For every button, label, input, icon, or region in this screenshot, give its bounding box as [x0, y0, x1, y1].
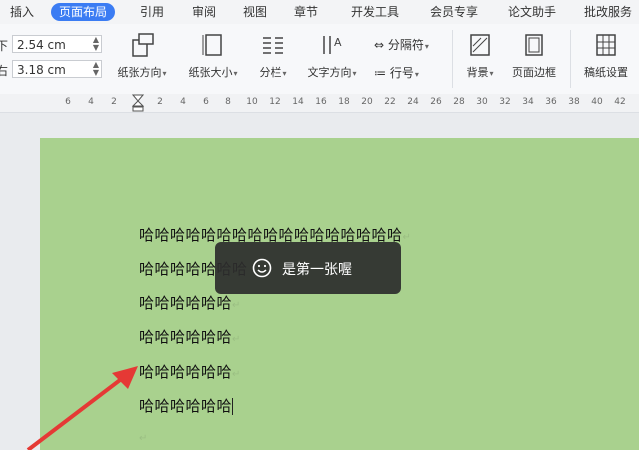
ruler-tick: 22 [384, 97, 396, 107]
ruler-tick: 40 [591, 97, 603, 107]
ribbon-divider [570, 30, 571, 88]
ruler-tick: 2 [157, 97, 163, 107]
text-direction-icon: A [323, 36, 342, 54]
ruler-tick: 30 [476, 97, 488, 107]
ruler-tick: 4 [180, 97, 186, 107]
annotation-arrow-icon [26, 366, 138, 450]
grid-paper-icon [596, 34, 616, 56]
columns-button[interactable]: 分栏▾ [253, 32, 293, 80]
indent-marker-icon[interactable] [132, 94, 144, 112]
page-border-button[interactable]: 页面边框 [506, 32, 562, 80]
margin-right-field[interactable]: 3.18 cm ▲ ▼ [12, 60, 102, 78]
tab-review[interactable]: 审阅 [192, 3, 216, 21]
smiley-icon [252, 258, 272, 278]
background-icon [470, 34, 490, 56]
ruler-tick: 12 [269, 97, 281, 107]
size-button[interactable]: 纸张大小▾ [183, 32, 243, 80]
ribbon-divider [452, 30, 453, 88]
tab-references[interactable]: 引用 [140, 3, 164, 21]
ruler-tick: 6 [203, 97, 209, 107]
ruler-tick: 26 [430, 97, 442, 107]
ruler-tick: 20 [361, 97, 373, 107]
text-line[interactable]: 哈哈哈哈哈哈↵ [139, 292, 241, 313]
margin-right-label: 右 [0, 64, 9, 78]
ruler-tick: 16 [315, 97, 327, 107]
stepper-icon[interactable]: ▲ ▼ [93, 36, 99, 52]
ruler-tick: 32 [499, 97, 511, 107]
ruler-tick: 34 [522, 97, 534, 107]
stepper-icon[interactable]: ▲ ▼ [93, 61, 99, 77]
page-break-icon: ⇔ [374, 38, 385, 52]
ribbon-toolbar: 下 2.54 cm ▲ ▼ 右 3.18 cm ▲ ▼ 纸张方向▾ 纸张大小▾ 分栏… [0, 24, 639, 95]
ruler-tick: 6 [65, 97, 71, 107]
line-number-button[interactable]: ≔ 行号▾ [374, 64, 419, 81]
ruler-tick: 42 [614, 97, 626, 107]
tab-developer[interactable]: 开发工具 [351, 3, 399, 21]
text-cursor [232, 398, 234, 415]
ruler-tick: 2 [111, 97, 117, 107]
separator-button[interactable]: ⇔ 分隔符▾ [374, 36, 429, 53]
ruler-tick: 14 [292, 97, 304, 107]
text-line[interactable]: 哈哈哈哈哈哈↵ [139, 326, 241, 347]
text-direction-button[interactable]: A 文字方向▾ [302, 32, 362, 80]
ruler-tick: 8 [225, 97, 231, 107]
toast-notification: 是第一张喔 [215, 242, 401, 294]
page-size-icon [202, 34, 222, 56]
tab-view[interactable]: 视图 [243, 3, 267, 21]
tab-member[interactable]: 会员专享 [430, 3, 478, 21]
tab-grading[interactable]: 批改服务 [584, 3, 632, 21]
tab-thesis[interactable]: 论文助手 [508, 3, 556, 21]
margin-right-value: 3.18 cm [17, 63, 66, 77]
svg-text:A: A [334, 36, 342, 49]
ruler-tick: 28 [453, 97, 465, 107]
margin-bottom-label: 下 [0, 39, 9, 53]
tab-page-layout[interactable]: 页面布局 [51, 3, 116, 21]
page-border-icon [525, 34, 543, 56]
ruler-tick: 18 [338, 97, 350, 107]
ruler-tick: 4 [88, 97, 94, 107]
line-number-icon: ≔ [374, 66, 386, 80]
menu-bar: 插入 页面布局 引用 审阅 视图 章节 开发工具 会员专享 论文助手 批改服务 [0, 0, 639, 24]
columns-icon [263, 37, 283, 54]
manuscript-button[interactable]: 稿纸设置 [578, 32, 634, 80]
ruler-tick: 24 [407, 97, 419, 107]
tab-insert[interactable]: 插入 [10, 3, 34, 21]
background-button[interactable]: 背景▾ [460, 32, 500, 80]
margin-bottom-field[interactable]: 2.54 cm ▲ ▼ [12, 35, 102, 53]
ruler-tick: 36 [545, 97, 557, 107]
ruler-tick: 38 [568, 97, 580, 107]
page-orientation-icon [132, 33, 154, 57]
tab-section[interactable]: 章节 [294, 3, 318, 21]
toast-message: 是第一张喔 [282, 262, 352, 278]
ruler-tick: 10 [246, 97, 258, 107]
orientation-button[interactable]: 纸张方向▾ [112, 32, 172, 80]
ruler[interactable]: 6 4 2 2 4 6 8 10 12 14 16 18 20 22 24 26… [0, 94, 639, 113]
margin-bottom-value: 2.54 cm [17, 38, 66, 52]
